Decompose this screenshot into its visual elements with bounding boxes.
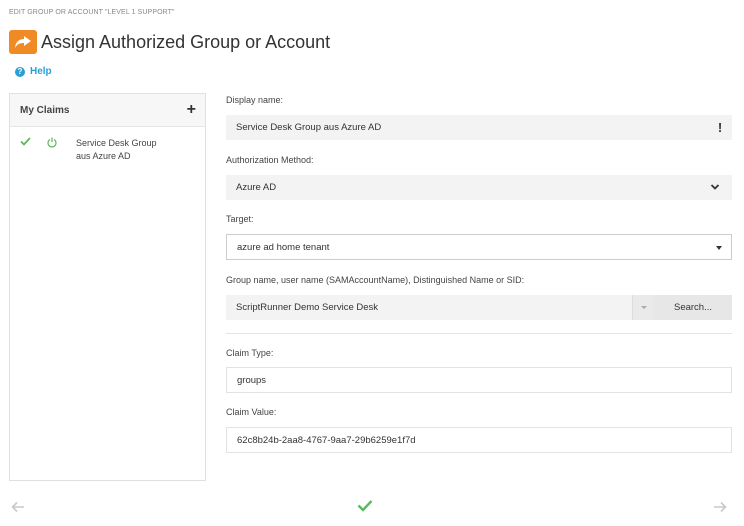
- group-name-actions: Search...: [226, 295, 732, 320]
- claims-title: My Claims: [20, 104, 70, 116]
- target-label: Target:: [226, 214, 254, 224]
- claim-list-item[interactable]: Service Desk Group aus Azure AD: [10, 127, 205, 173]
- share-arrow-icon: [9, 30, 37, 54]
- claims-panel: My Claims + Service Desk Group aus Azure…: [9, 93, 206, 481]
- claim-label-line1: Service Desk Group: [76, 138, 157, 148]
- search-button[interactable]: Search...: [654, 295, 732, 320]
- group-name-dropdown-button[interactable]: [632, 295, 654, 320]
- claim-value-label: Claim Value:: [226, 407, 277, 417]
- display-name-label: Display name:: [226, 95, 284, 105]
- claim-value-input[interactable]: 62c8b24b-2aa8-4767-9aa7-29b6259e1f7d: [226, 427, 732, 453]
- power-icon[interactable]: [47, 137, 59, 151]
- check-icon[interactable]: [357, 499, 373, 516]
- claims-header: My Claims +: [10, 94, 205, 127]
- help-label: Help: [30, 66, 52, 77]
- auth-method-value: Azure AD: [236, 182, 277, 193]
- claim-type-label: Claim Type:: [226, 348, 274, 358]
- claim-label-line2: aus Azure AD: [76, 151, 131, 161]
- page-title: Assign Authorized Group or Account: [41, 31, 331, 52]
- check-icon: [20, 137, 32, 149]
- claim-type-value: groups: [237, 374, 267, 386]
- arrow-left-icon[interactable]: [11, 500, 25, 517]
- add-claim-button[interactable]: +: [187, 102, 196, 118]
- group-name-label: Group name, user name (SAMAccountName), …: [226, 275, 525, 285]
- arrow-right-icon[interactable]: [713, 500, 727, 517]
- question-circle-icon: ?: [15, 66, 25, 77]
- claim-value-value: 62c8b24b-2aa8-4767-9aa7-29b6259e1f7d: [237, 434, 416, 446]
- exclamation-icon[interactable]: !: [708, 115, 732, 140]
- claim-type-input[interactable]: groups: [226, 367, 732, 393]
- claim-label: Service Desk Group aus Azure AD: [76, 137, 157, 163]
- auth-method-label: Authorization Method:: [226, 155, 314, 165]
- display-name-value: Service Desk Group aus Azure AD: [236, 122, 382, 133]
- target-value: azure ad home tenant: [237, 241, 330, 253]
- breadcrumb: EDIT GROUP OR ACCOUNT "LEVEL 1 SUPPORT": [9, 9, 175, 16]
- auth-method-select[interactable]: Azure AD: [226, 175, 732, 200]
- caret-down-icon: [716, 246, 722, 250]
- display-name-field[interactable]: Service Desk Group aus Azure AD !: [226, 115, 732, 140]
- help-link[interactable]: ? Help: [15, 66, 52, 77]
- divider: [226, 333, 732, 334]
- title-row: Assign Authorized Group or Account: [9, 30, 330, 54]
- target-select[interactable]: azure ad home tenant: [226, 234, 732, 260]
- chevron-down-icon: [710, 182, 720, 192]
- caret-down-icon: [641, 306, 647, 309]
